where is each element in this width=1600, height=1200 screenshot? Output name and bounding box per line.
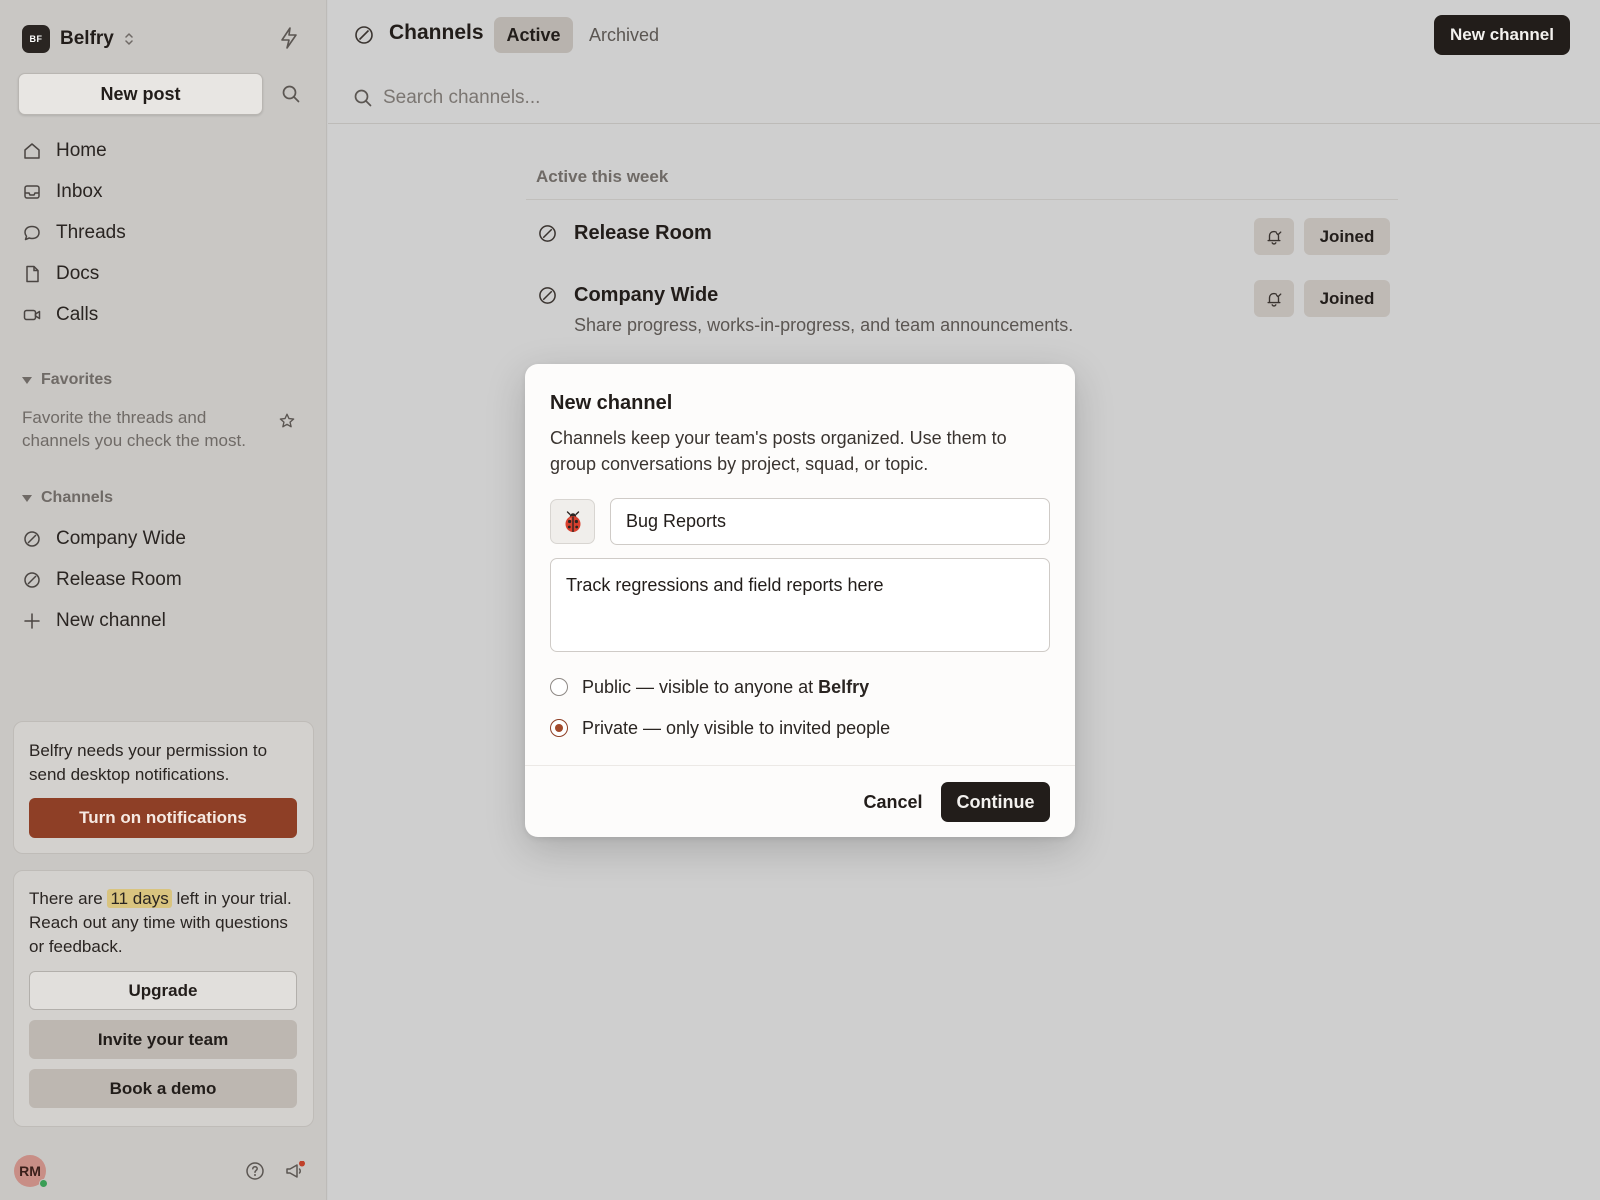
channels-header: Channels Active Archived New channel xyxy=(328,0,1600,70)
channel-icon xyxy=(354,25,374,50)
channel-description-input[interactable]: Track regressions and field reports here xyxy=(550,558,1050,652)
upgrade-button[interactable]: Upgrade xyxy=(29,971,297,1010)
notifications-text: Belfry needs your permission to send des… xyxy=(29,741,268,784)
calls-icon xyxy=(23,309,41,320)
nav-item-calls[interactable]: Calls xyxy=(22,294,126,335)
invite-team-button[interactable]: Invite your team xyxy=(29,1020,297,1059)
channel-name-input[interactable] xyxy=(610,498,1050,545)
star-icon[interactable] xyxy=(278,412,296,435)
channels-heading: Channels xyxy=(41,489,114,506)
sidebar-channel-list: Company Wide Release Room New channel xyxy=(22,518,186,641)
announcements-icon[interactable] xyxy=(284,1160,306,1186)
channel-list: Active this week Release Room Joined Com… xyxy=(526,160,1398,342)
channel-description: Share progress, works-in-progress, and t… xyxy=(574,315,1074,335)
cancel-button[interactable]: Cancel xyxy=(850,782,936,822)
joined-button[interactable]: Joined xyxy=(1304,218,1390,255)
nav-item-label: Home xyxy=(56,139,107,161)
trial-text-before: There are xyxy=(29,889,108,908)
bell-check-icon xyxy=(1267,292,1282,307)
workspace-logo: BF xyxy=(22,25,50,53)
workspace-name: Belfry xyxy=(60,28,114,49)
channel-icon xyxy=(538,224,557,248)
tab-archived[interactable]: Archived xyxy=(589,17,659,53)
channel-name: Release Room xyxy=(574,222,712,244)
emoji-picker-button[interactable] xyxy=(550,499,595,544)
lightning-icon[interactable] xyxy=(279,27,299,54)
continue-button[interactable]: Continue xyxy=(941,782,1050,822)
public-label-prefix: Public — visible to anyone at xyxy=(582,676,819,697)
search-input[interactable] xyxy=(383,84,1183,112)
caret-down-icon xyxy=(22,376,32,384)
private-label: Private — only visible to invited people xyxy=(582,717,891,738)
help-icon[interactable] xyxy=(245,1161,265,1186)
nav-item-inbox[interactable]: Inbox xyxy=(22,171,126,212)
sidebar-item-label: Company Wide xyxy=(56,527,186,549)
new-channel-button[interactable]: New channel xyxy=(1434,15,1570,55)
caret-down-icon xyxy=(22,494,32,502)
channel-search xyxy=(328,72,1600,124)
radio-private[interactable] xyxy=(550,719,568,737)
notifications-card: Belfry needs your permission to send des… xyxy=(13,721,314,854)
sidebar-item-release-room[interactable]: Release Room xyxy=(22,559,186,600)
channel-icon xyxy=(24,530,40,547)
workspace-switcher[interactable]: BF Belfry xyxy=(22,24,134,54)
dialog-description: Channels keep your team's posts organize… xyxy=(550,428,1007,474)
new-post-button[interactable]: New post xyxy=(18,73,263,115)
favorites-section-toggle[interactable]: Favorites xyxy=(22,369,112,391)
primary-nav: Home Inbox Threads Docs Calls xyxy=(22,130,126,335)
search-icon[interactable] xyxy=(281,84,301,109)
home-icon xyxy=(24,142,40,159)
sidebar-item-label: Release Room xyxy=(56,568,182,590)
book-demo-button[interactable]: Book a demo xyxy=(29,1069,297,1108)
trial-card: There are 11 days left in your trial. Re… xyxy=(13,870,314,1127)
channel-name: Company Wide xyxy=(574,284,719,306)
sidebar-new-channel[interactable]: New channel xyxy=(22,600,186,641)
channel-icon xyxy=(24,571,40,588)
joined-button[interactable]: Joined xyxy=(1304,280,1390,317)
nav-item-home[interactable]: Home xyxy=(22,130,126,171)
channel-icon xyxy=(538,286,557,310)
public-label-org: Belfry xyxy=(818,676,870,697)
search-icon xyxy=(353,88,373,113)
list-heading: Active this week xyxy=(526,160,1398,200)
notification-settings-button[interactable] xyxy=(1254,218,1294,255)
public-label: Public — visible to anyone at Belfry xyxy=(582,677,869,698)
docs-icon xyxy=(26,265,39,282)
channels-section-toggle[interactable]: Channels xyxy=(22,487,113,509)
favorites-empty-text: Favorite the threads and channels you ch… xyxy=(22,408,246,450)
nav-item-label: Calls xyxy=(56,303,99,325)
page-title: Channels xyxy=(389,21,484,44)
plus-icon xyxy=(24,612,40,629)
tab-active[interactable]: Active xyxy=(494,17,573,53)
radio-public[interactable] xyxy=(550,678,568,696)
sidebar: BF Belfry New post Home Inbox Threads Do… xyxy=(0,0,327,1200)
visibility-public-option[interactable]: Public — visible to anyone at Belfry xyxy=(550,674,869,700)
trial-text: There are 11 days left in your trial. Re… xyxy=(29,887,298,959)
nav-item-docs[interactable]: Docs xyxy=(22,253,126,294)
threads-icon xyxy=(24,225,40,240)
sidebar-footer: RM xyxy=(14,1155,314,1188)
ladybug-icon xyxy=(565,510,580,532)
inbox-icon xyxy=(24,184,40,199)
notification-settings-button[interactable] xyxy=(1254,280,1294,317)
trial-days-badge: 11 days xyxy=(107,889,172,908)
nav-item-label: Threads xyxy=(56,221,126,243)
favorites-heading: Favorites xyxy=(41,371,113,388)
channel-row-company-wide[interactable]: Company Wide Share progress, works-in-pr… xyxy=(526,262,1398,342)
nav-item-label: Docs xyxy=(56,262,100,284)
visibility-private-option[interactable]: Private — only visible to invited people xyxy=(550,715,890,741)
new-channel-dialog: New channel Channels keep your team's po… xyxy=(525,364,1075,837)
nav-item-threads[interactable]: Threads xyxy=(22,212,126,253)
sidebar-item-label: New channel xyxy=(56,609,166,631)
dialog-title: New channel xyxy=(550,392,673,414)
dialog-footer: Cancel Continue xyxy=(525,765,1075,837)
bell-check-icon xyxy=(1267,230,1282,245)
chevron-updown-icon xyxy=(124,32,134,46)
turn-on-notifications-button[interactable]: Turn on notifications xyxy=(29,798,297,838)
sidebar-item-company-wide[interactable]: Company Wide xyxy=(22,518,186,559)
channel-row-release-room[interactable]: Release Room Joined xyxy=(526,200,1398,262)
nav-item-label: Inbox xyxy=(56,180,103,202)
presence-dot xyxy=(39,1179,48,1188)
